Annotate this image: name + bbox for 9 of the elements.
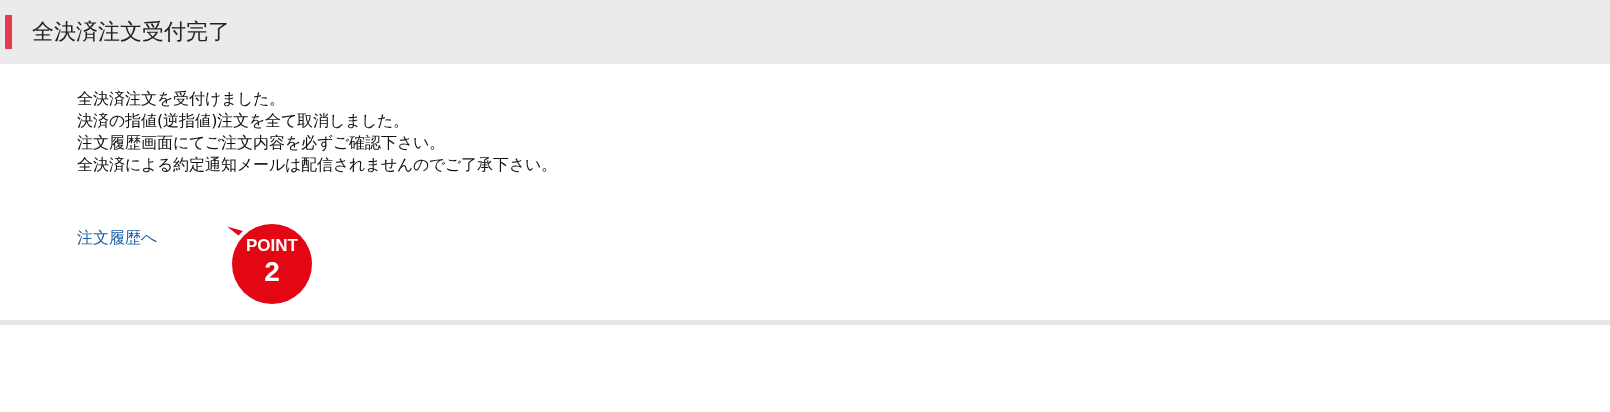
- accent-bar: [5, 15, 12, 49]
- message-text: 全決済注文を受付けました。: [77, 88, 286, 110]
- message-text: 全決済による約定通知メールは配信されませんのでご了承下さい。: [77, 154, 558, 176]
- badge-label: POINT: [245, 236, 299, 256]
- message-text: 決済の指値(逆指値)注文を全て取消しました。: [77, 110, 411, 132]
- page-title: 全決済注文受付完了: [32, 18, 230, 46]
- order-history-link[interactable]: 注文履歴へ: [77, 228, 157, 247]
- badge-number: 2: [263, 256, 281, 288]
- message-text: 注文履歴画面にてご注文内容を必ずご確認下さい。: [77, 132, 446, 154]
